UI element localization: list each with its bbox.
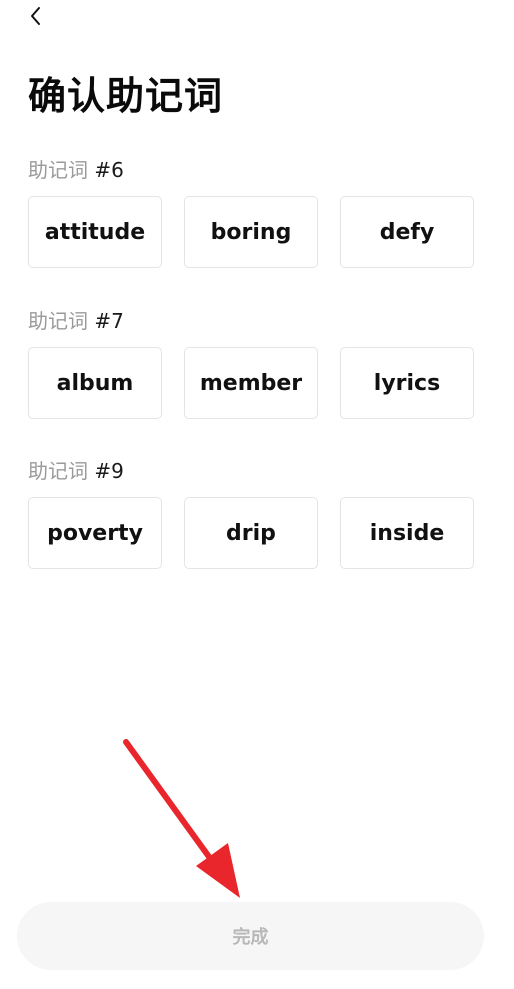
word-option[interactable]: poverty bbox=[28, 497, 162, 569]
word-row: poverty drip inside bbox=[28, 497, 474, 569]
group-label: 助记词 #9 bbox=[28, 457, 474, 485]
word-option[interactable]: boring bbox=[184, 196, 318, 268]
group-label-text: 助记词 bbox=[28, 459, 88, 483]
mnemonic-group-6: 助记词 #6 attitude boring defy bbox=[28, 156, 474, 268]
word-option[interactable]: album bbox=[28, 347, 162, 419]
mnemonic-group-9: 助记词 #9 poverty drip inside bbox=[28, 457, 474, 569]
chevron-left-icon bbox=[31, 7, 40, 25]
group-label: 助记词 #7 bbox=[28, 307, 474, 335]
group-index: #7 bbox=[94, 309, 124, 333]
group-index: #6 bbox=[94, 158, 124, 182]
back-button[interactable] bbox=[22, 2, 50, 30]
word-option[interactable]: member bbox=[184, 347, 318, 419]
word-row: attitude boring defy bbox=[28, 196, 474, 268]
word-row: album member lyrics bbox=[28, 347, 474, 419]
group-index: #9 bbox=[94, 459, 124, 483]
page-title: 确认助记词 bbox=[28, 74, 224, 118]
word-option[interactable]: defy bbox=[340, 196, 474, 268]
word-option[interactable]: drip bbox=[184, 497, 318, 569]
word-option[interactable]: inside bbox=[340, 497, 474, 569]
mnemonic-group-7: 助记词 #7 album member lyrics bbox=[28, 307, 474, 419]
group-label: 助记词 #6 bbox=[28, 156, 474, 184]
group-label-text: 助记词 bbox=[28, 158, 88, 182]
word-option[interactable]: attitude bbox=[28, 196, 162, 268]
finish-button[interactable]: 完成 bbox=[17, 902, 484, 970]
group-label-text: 助记词 bbox=[28, 309, 88, 333]
word-option[interactable]: lyrics bbox=[340, 347, 474, 419]
